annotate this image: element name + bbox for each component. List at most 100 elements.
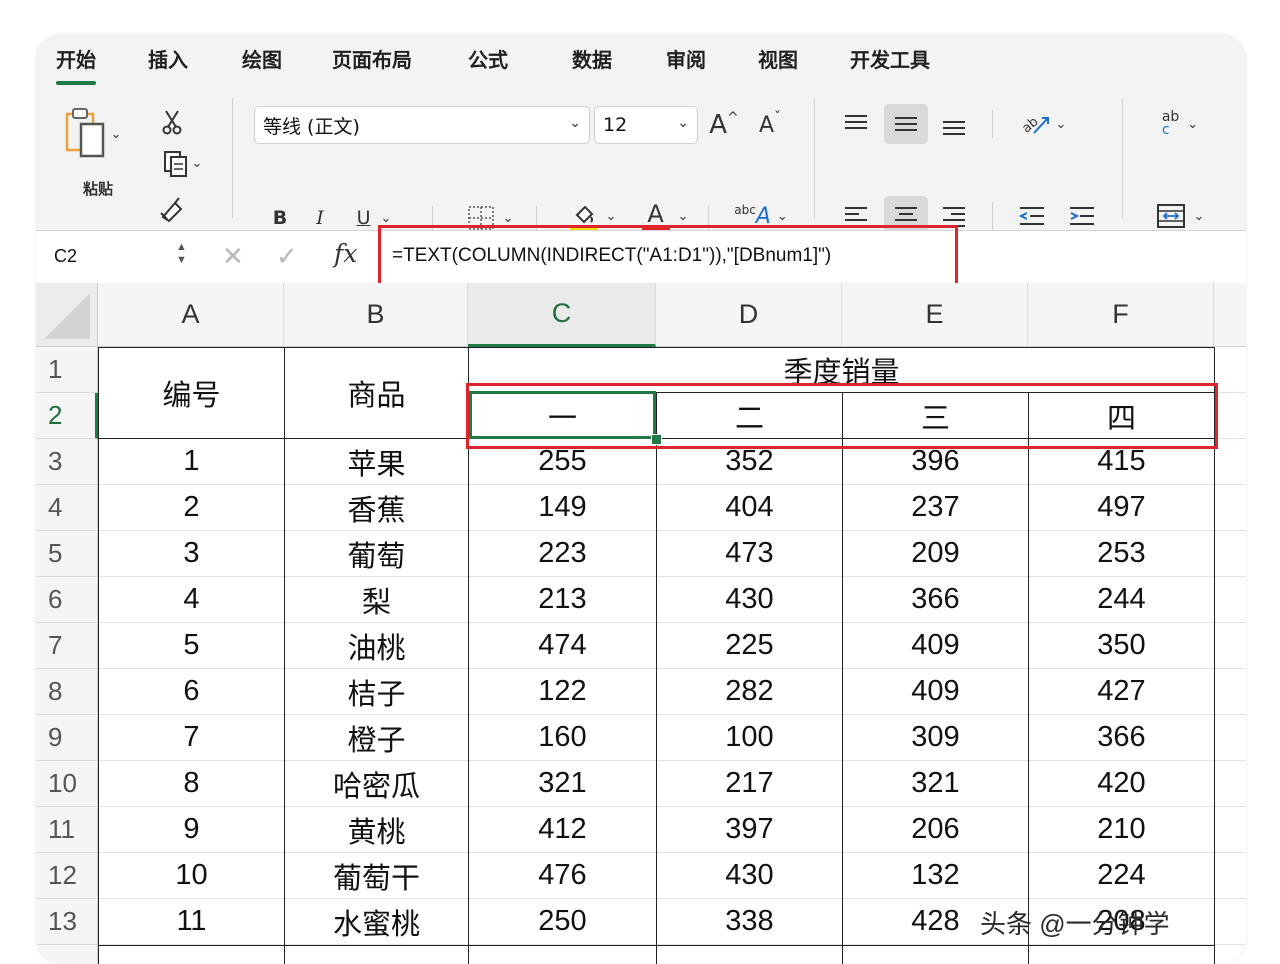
header-cell-quarter-group[interactable]: 季度销量 — [469, 347, 1214, 392]
row-header-9[interactable]: 9 — [36, 715, 98, 761]
column-header-f[interactable]: F — [1028, 283, 1214, 347]
data-cell[interactable]: 224 — [1029, 853, 1214, 898]
data-cell[interactable]: 梨 — [285, 577, 468, 622]
row-header-8[interactable]: 8 — [36, 669, 98, 715]
tab-view[interactable]: 视图 — [758, 44, 798, 73]
data-cell[interactable]: 253 — [1029, 531, 1214, 576]
wrap-text-button[interactable]: ab c ⌄ — [1142, 104, 1218, 144]
data-cell[interactable]: 哈密瓜 — [285, 761, 468, 806]
tab-insert[interactable]: 插入 — [148, 44, 188, 73]
data-cell[interactable]: 497 — [1029, 485, 1214, 530]
format-painter-button[interactable] — [154, 192, 188, 226]
select-all-corner[interactable] — [36, 283, 98, 347]
data-cell[interactable]: 葡萄干 — [285, 853, 468, 898]
data-cell[interactable]: 213 — [469, 577, 656, 622]
data-cell[interactable]: 223 — [469, 531, 656, 576]
data-cell[interactable]: 3 — [99, 531, 284, 576]
data-cell[interactable]: 430 — [657, 853, 842, 898]
data-cell[interactable]: 7 — [99, 715, 284, 760]
data-cell[interactable]: 100 — [657, 715, 842, 760]
shrink-font-button[interactable]: Aˇ — [750, 106, 790, 144]
font-color-button[interactable]: A ⌄ — [632, 198, 698, 234]
data-cell[interactable]: 420 — [1029, 761, 1214, 806]
data-cell[interactable]: 282 — [657, 669, 842, 714]
data-cell[interactable]: 366 — [843, 577, 1028, 622]
tab-home[interactable]: 开始 — [56, 44, 96, 85]
header-cell-quarter-4[interactable]: 四 — [1029, 393, 1214, 438]
data-cell[interactable]: 122 — [469, 669, 656, 714]
row-header-11[interactable]: 11 — [36, 807, 98, 853]
phonetic-button[interactable]: abc A ⌄ — [726, 198, 796, 234]
tab-page-layout[interactable]: 页面布局 — [332, 44, 412, 73]
data-cell[interactable]: 321 — [469, 761, 656, 806]
font-size-select[interactable]: 12 ⌄ — [594, 106, 698, 144]
orientation-button[interactable]: ab ⌄ — [1006, 104, 1080, 144]
data-cell[interactable]: 225 — [657, 623, 842, 668]
row-header-6[interactable]: 6 — [36, 577, 98, 623]
formula-input[interactable]: =TEXT(COLUMN(INDIRECT("A1:D1")),"[DBnum1… — [392, 245, 831, 267]
data-cell[interactable]: 9 — [99, 807, 284, 852]
data-cell[interactable]: 水蜜桃 — [285, 899, 468, 944]
tab-formulas[interactable]: 公式 — [468, 44, 508, 73]
data-cell[interactable]: 209 — [843, 531, 1028, 576]
column-header-blank[interactable] — [1214, 283, 1246, 347]
data-cell[interactable]: 427 — [1029, 669, 1214, 714]
data-cell[interactable]: 11 — [99, 899, 284, 944]
data-cell[interactable]: 415 — [1029, 439, 1214, 484]
header-cell-product[interactable]: 商品 — [285, 347, 468, 438]
tab-developer[interactable]: 开发工具 — [850, 44, 930, 73]
data-cell[interactable]: 412 — [469, 807, 656, 852]
data-cell[interactable]: 397 — [657, 807, 842, 852]
data-cell[interactable]: 8 — [99, 761, 284, 806]
data-cell[interactable]: 10 — [99, 853, 284, 898]
confirm-icon[interactable]: ✓ — [276, 241, 298, 272]
column-header-b[interactable]: B — [284, 283, 468, 347]
row-header-12[interactable]: 12 — [36, 853, 98, 899]
data-cell[interactable]: 250 — [469, 899, 656, 944]
data-cell[interactable]: 309 — [843, 715, 1028, 760]
data-cell[interactable]: 409 — [843, 669, 1028, 714]
row-header-10[interactable]: 10 — [36, 761, 98, 807]
data-cell[interactable]: 苹果 — [285, 439, 468, 484]
row-header-2[interactable]: 2 — [36, 393, 98, 439]
data-cell[interactable]: 160 — [469, 715, 656, 760]
data-cell[interactable]: 149 — [469, 485, 656, 530]
header-cell-quarter-3[interactable]: 三 — [843, 393, 1028, 438]
column-header-e[interactable]: E — [842, 283, 1028, 347]
data-cell[interactable]: 352 — [657, 439, 842, 484]
tab-data[interactable]: 数据 — [572, 44, 612, 73]
fill-handle[interactable] — [651, 434, 662, 445]
row-header-5[interactable]: 5 — [36, 531, 98, 577]
paste-button[interactable]: ⌄ — [58, 104, 124, 164]
data-cell[interactable]: 6 — [99, 669, 284, 714]
align-middle-button[interactable] — [884, 104, 928, 144]
data-cell[interactable]: 430 — [657, 577, 842, 622]
row-header-4[interactable]: 4 — [36, 485, 98, 531]
data-cell[interactable]: 132 — [843, 853, 1028, 898]
row-header-13[interactable]: 13 — [36, 899, 98, 945]
data-cell[interactable]: 葡萄 — [285, 531, 468, 576]
data-cell[interactable]: 338 — [657, 899, 842, 944]
data-cell[interactable]: 244 — [1029, 577, 1214, 622]
data-cell[interactable]: 香蕉 — [285, 485, 468, 530]
data-cell[interactable]: 1 — [99, 439, 284, 484]
data-cell[interactable]: 366 — [1029, 715, 1214, 760]
data-cell[interactable]: 206 — [843, 807, 1028, 852]
row-header-3[interactable]: 3 — [36, 439, 98, 485]
row-header-1[interactable]: 1 — [36, 347, 98, 393]
align-top-button[interactable] — [836, 104, 876, 144]
spreadsheet-grid[interactable]: A B C D E F 1 2 3 4 5 6 7 8 9 10 11 12 13 编号 商品 季度销量一二三四 1 苹果 25… — [36, 283, 1246, 964]
copy-button[interactable]: ⌄ — [152, 148, 212, 178]
data-cell[interactable]: 油桃 — [285, 623, 468, 668]
data-cell[interactable]: 黄桃 — [285, 807, 468, 852]
data-cell[interactable]: 350 — [1029, 623, 1214, 668]
data-cell[interactable]: 橙子 — [285, 715, 468, 760]
data-cell[interactable]: 217 — [657, 761, 842, 806]
column-header-c[interactable]: C — [468, 283, 656, 347]
tab-draw[interactable]: 绘图 — [242, 44, 282, 73]
data-cell[interactable]: 409 — [843, 623, 1028, 668]
data-cell[interactable]: 桔子 — [285, 669, 468, 714]
data-cell[interactable]: 321 — [843, 761, 1028, 806]
header-cell-id[interactable]: 编号 — [99, 347, 284, 438]
data-cell[interactable]: 396 — [843, 439, 1028, 484]
